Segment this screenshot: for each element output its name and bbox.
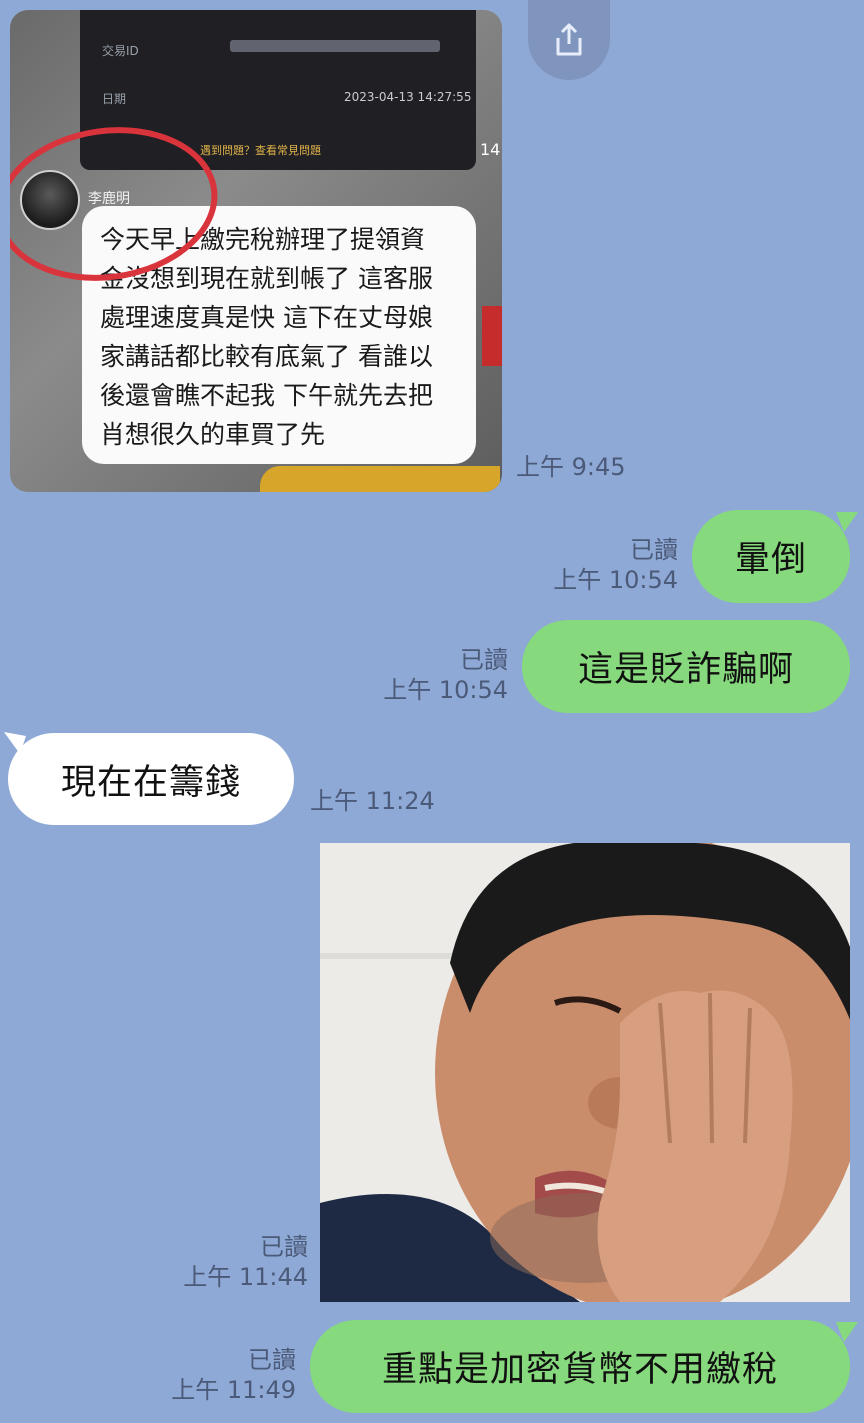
- share-button[interactable]: [528, 0, 610, 80]
- share-icon: [556, 23, 582, 56]
- message-bubble-outgoing[interactable]: 這是貶詐騙啊: [522, 620, 850, 713]
- card-row-label: 交易ID: [102, 44, 139, 58]
- read-receipt: 已讀: [630, 536, 678, 564]
- message-bubble-outgoing[interactable]: 重點是加密貨幣不用繳稅: [310, 1320, 850, 1413]
- post-line: 肖想很久的車買了先: [100, 420, 326, 449]
- card-row-label: 日期: [102, 92, 127, 106]
- timestamp: 上午 11:44: [183, 1263, 308, 1291]
- bubble-tail: [836, 512, 858, 532]
- timestamp: 上午 11:24: [310, 787, 435, 815]
- photo-image[interactable]: [320, 843, 850, 1302]
- blurred-value: [230, 40, 440, 52]
- message-bubble-outgoing[interactable]: 暈倒: [692, 510, 850, 603]
- timestamp: 上午 10:54: [383, 676, 508, 704]
- side-time: 14:: [480, 140, 502, 159]
- read-receipt: 已讀: [460, 646, 508, 674]
- post-line: 後還會瞧不起我 下午就先去把: [100, 381, 433, 410]
- gold-decoration: [260, 466, 500, 492]
- timestamp: 上午 11:49: [171, 1376, 296, 1404]
- post-line: 家講話都比較有底氣了 看誰以: [100, 342, 433, 371]
- red-decoration: [482, 306, 502, 366]
- read-receipt: 已讀: [248, 1346, 296, 1374]
- timestamp: 上午 10:54: [553, 566, 678, 594]
- card-date: 2023-04-13 14:27:55: [344, 90, 472, 104]
- timestamp: 上午 9:45: [516, 453, 626, 481]
- read-receipt: 已讀: [260, 1233, 308, 1261]
- message-bubble-incoming[interactable]: 現在在籌錢: [8, 733, 294, 825]
- crying-man-photo: [320, 843, 850, 1302]
- shared-screenshot-image[interactable]: 交易ID 日期 2023-04-13 14:27:55 遇到問題？查看常見問題 …: [10, 10, 502, 492]
- bubble-tail: [836, 1322, 858, 1342]
- post-line: 處理速度真是快 這下在丈母娘: [100, 303, 433, 332]
- card-notice: 遇到問題？查看常見問題: [200, 144, 321, 157]
